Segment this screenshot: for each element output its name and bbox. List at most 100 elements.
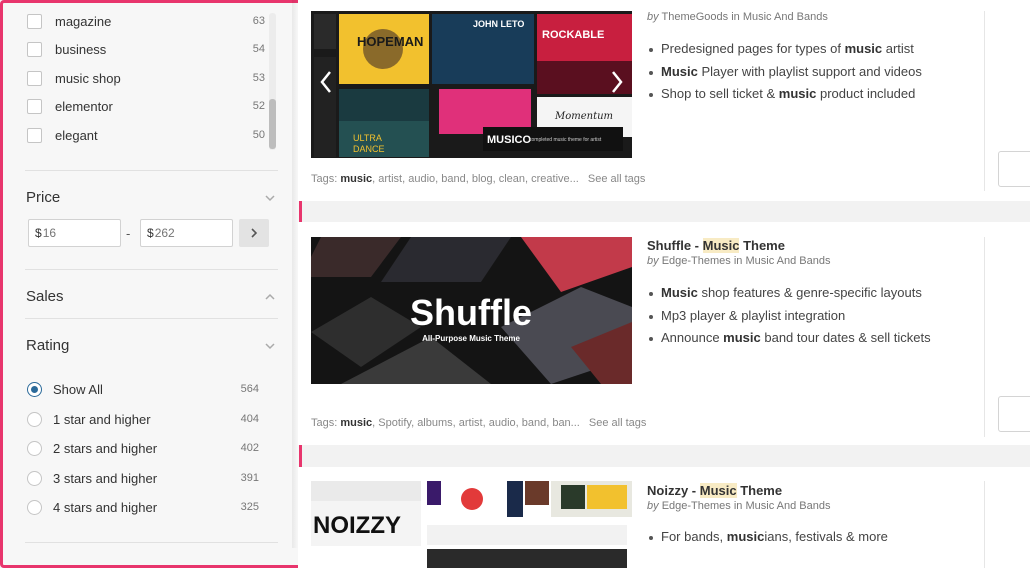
tag-link[interactable]: music — [340, 417, 372, 429]
column-divider — [984, 481, 985, 568]
carousel-prev-icon[interactable] — [317, 69, 335, 95]
category-count: 63 — [252, 15, 265, 27]
search-highlight: Music — [702, 238, 740, 253]
category-count: 50 — [252, 129, 265, 141]
rating-option-1-star[interactable]: 1 star and higher 404 — [27, 409, 259, 429]
feature-item: Music Player with playlist support and v… — [647, 61, 967, 84]
category-checkbox[interactable] — [27, 98, 42, 114]
result-card: HOPEMAN JOHN LETO ROCKABLE ULTRA DANCE M… — [298, 0, 1030, 201]
price-section-title[interactable]: Price — [26, 189, 60, 206]
rating-label: Show All — [53, 381, 103, 397]
rating-option-2-stars[interactable]: 2 stars and higher 402 — [27, 438, 259, 458]
price-max-input[interactable] — [154, 226, 215, 240]
author-link[interactable]: ThemeGoods — [661, 11, 728, 23]
feature-item: For bands, musicians, festivals & more — [647, 526, 967, 549]
category-link[interactable]: Music And Bands — [745, 500, 830, 512]
rating-section-title[interactable]: Rating — [26, 337, 69, 354]
thumb-text: HOPEMAN — [357, 34, 423, 49]
chevron-up-icon[interactable] — [264, 291, 276, 303]
category-checkbox[interactable] — [27, 41, 42, 57]
tag-link[interactable]: music — [340, 173, 372, 185]
chevron-right-icon — [251, 228, 258, 238]
rating-count: 325 — [240, 501, 259, 513]
currency-symbol: $ — [35, 226, 42, 240]
chevron-down-icon[interactable] — [264, 192, 276, 204]
theme-title[interactable]: Shuffle - Music Theme — [647, 238, 785, 253]
card-action-button[interactable] — [998, 396, 1030, 432]
result-card: NOIZZY Noizzy - Music Theme by Edge-Them… — [298, 467, 1030, 568]
theme-byline: by Edge-Themes in Music And Bands — [647, 500, 830, 512]
chevron-down-icon[interactable] — [264, 340, 276, 352]
rating-label: 2 stars and higher — [53, 440, 158, 456]
price-min-field[interactable]: $ — [28, 219, 121, 247]
category-checkbox[interactable] — [27, 70, 42, 86]
filter-sidebar: magazine 63 business 54 music shop 53 el… — [0, 0, 302, 568]
theme-byline: by Edge-Themes in Music And Bands — [647, 255, 830, 267]
rating-label: 1 star and higher — [53, 411, 151, 427]
rating-option-3-stars[interactable]: 3 stars and higher 391 — [27, 468, 259, 488]
category-count: 54 — [252, 43, 265, 55]
feature-item: Shop to sell ticket & music product incl… — [647, 83, 967, 106]
feature-list: Predesigned pages for types of music art… — [647, 38, 967, 106]
byline-by: by — [647, 11, 659, 23]
category-count: 52 — [252, 100, 265, 112]
category-link[interactable]: Music And Bands — [745, 255, 830, 267]
price-min-input[interactable] — [42, 226, 103, 240]
author-link[interactable]: Edge-Themes — [662, 255, 731, 267]
category-option[interactable]: music shop 53 — [25, 67, 265, 89]
sales-section-title[interactable]: Sales — [26, 288, 64, 305]
author-link[interactable]: Edge-Themes — [662, 500, 731, 512]
rating-radio[interactable] — [27, 470, 42, 486]
category-checkbox[interactable] — [27, 127, 42, 143]
thumb-text: ULTRA — [353, 133, 382, 143]
category-link[interactable]: Music And Bands — [743, 11, 828, 23]
rating-radio[interactable] — [27, 381, 42, 397]
feature-item: Mp3 player & playlist integration — [647, 305, 967, 328]
section-divider — [25, 542, 278, 543]
thumb-text: MUSICO — [487, 134, 531, 146]
price-separator: - — [126, 226, 131, 241]
feature-list: Music shop features & genre-specific lay… — [647, 282, 967, 350]
theme-thumbnail-musico[interactable]: HOPEMAN JOHN LETO ROCKABLE ULTRA DANCE M… — [311, 11, 632, 158]
thumb-text: JOHN LETO — [473, 19, 524, 29]
see-all-tags-link[interactable]: See all tags — [588, 173, 645, 185]
thumb-title: NOIZZY — [313, 512, 401, 539]
category-checkbox[interactable] — [27, 13, 42, 29]
category-label: magazine — [55, 13, 112, 29]
theme-thumbnail-noizzy[interactable]: NOIZZY — [311, 481, 632, 568]
category-scrollbar-thumb[interactable] — [269, 99, 276, 149]
theme-title[interactable]: Noizzy - Music Theme — [647, 483, 782, 498]
thumb-text: completed music theme for artist — [529, 137, 602, 143]
rating-radio[interactable] — [27, 411, 42, 427]
rating-count: 402 — [240, 442, 259, 454]
thumbnail-collage: Shuffle All-Purpose Music Theme — [311, 237, 632, 384]
see-all-tags-link[interactable]: See all tags — [589, 417, 646, 429]
rating-label: 4 stars and higher — [53, 499, 158, 515]
card-action-button[interactable] — [998, 151, 1030, 187]
price-max-field[interactable]: $ — [140, 219, 233, 247]
currency-symbol: $ — [147, 226, 154, 240]
feature-item: Music shop features & genre-specific lay… — [647, 282, 967, 305]
theme-tags: Tags: music, artist, audio, band, blog, … — [311, 173, 645, 185]
byline-in: in — [731, 11, 740, 23]
category-count: 53 — [252, 72, 265, 84]
price-apply-button[interactable] — [239, 219, 269, 247]
carousel-next-icon[interactable] — [608, 69, 626, 95]
theme-thumbnail-shuffle[interactable]: Shuffle All-Purpose Music Theme — [311, 237, 632, 384]
category-option[interactable]: elegant 50 — [25, 124, 265, 146]
search-highlight: Music — [699, 483, 737, 498]
tags-prefix: Tags: — [311, 173, 338, 185]
tag-list[interactable]: , Spotify, albums, artist, audio, band, … — [372, 417, 580, 429]
thumbnail-collage: NOIZZY — [311, 481, 632, 568]
category-scrollbar[interactable] — [269, 13, 276, 150]
rating-option-4-stars[interactable]: 4 stars and higher 325 — [27, 497, 259, 517]
tag-list[interactable]: , artist, audio, band, blog, clean, crea… — [372, 173, 579, 185]
rating-radio[interactable] — [27, 440, 42, 456]
rating-option-all[interactable]: Show All 564 — [27, 379, 259, 399]
category-option[interactable]: elementor 52 — [25, 95, 265, 117]
byline-by: by — [647, 255, 659, 267]
category-option[interactable]: business 54 — [25, 38, 265, 60]
rating-count: 391 — [240, 472, 259, 484]
rating-radio[interactable] — [27, 499, 42, 515]
category-option[interactable]: magazine 63 — [25, 10, 265, 32]
